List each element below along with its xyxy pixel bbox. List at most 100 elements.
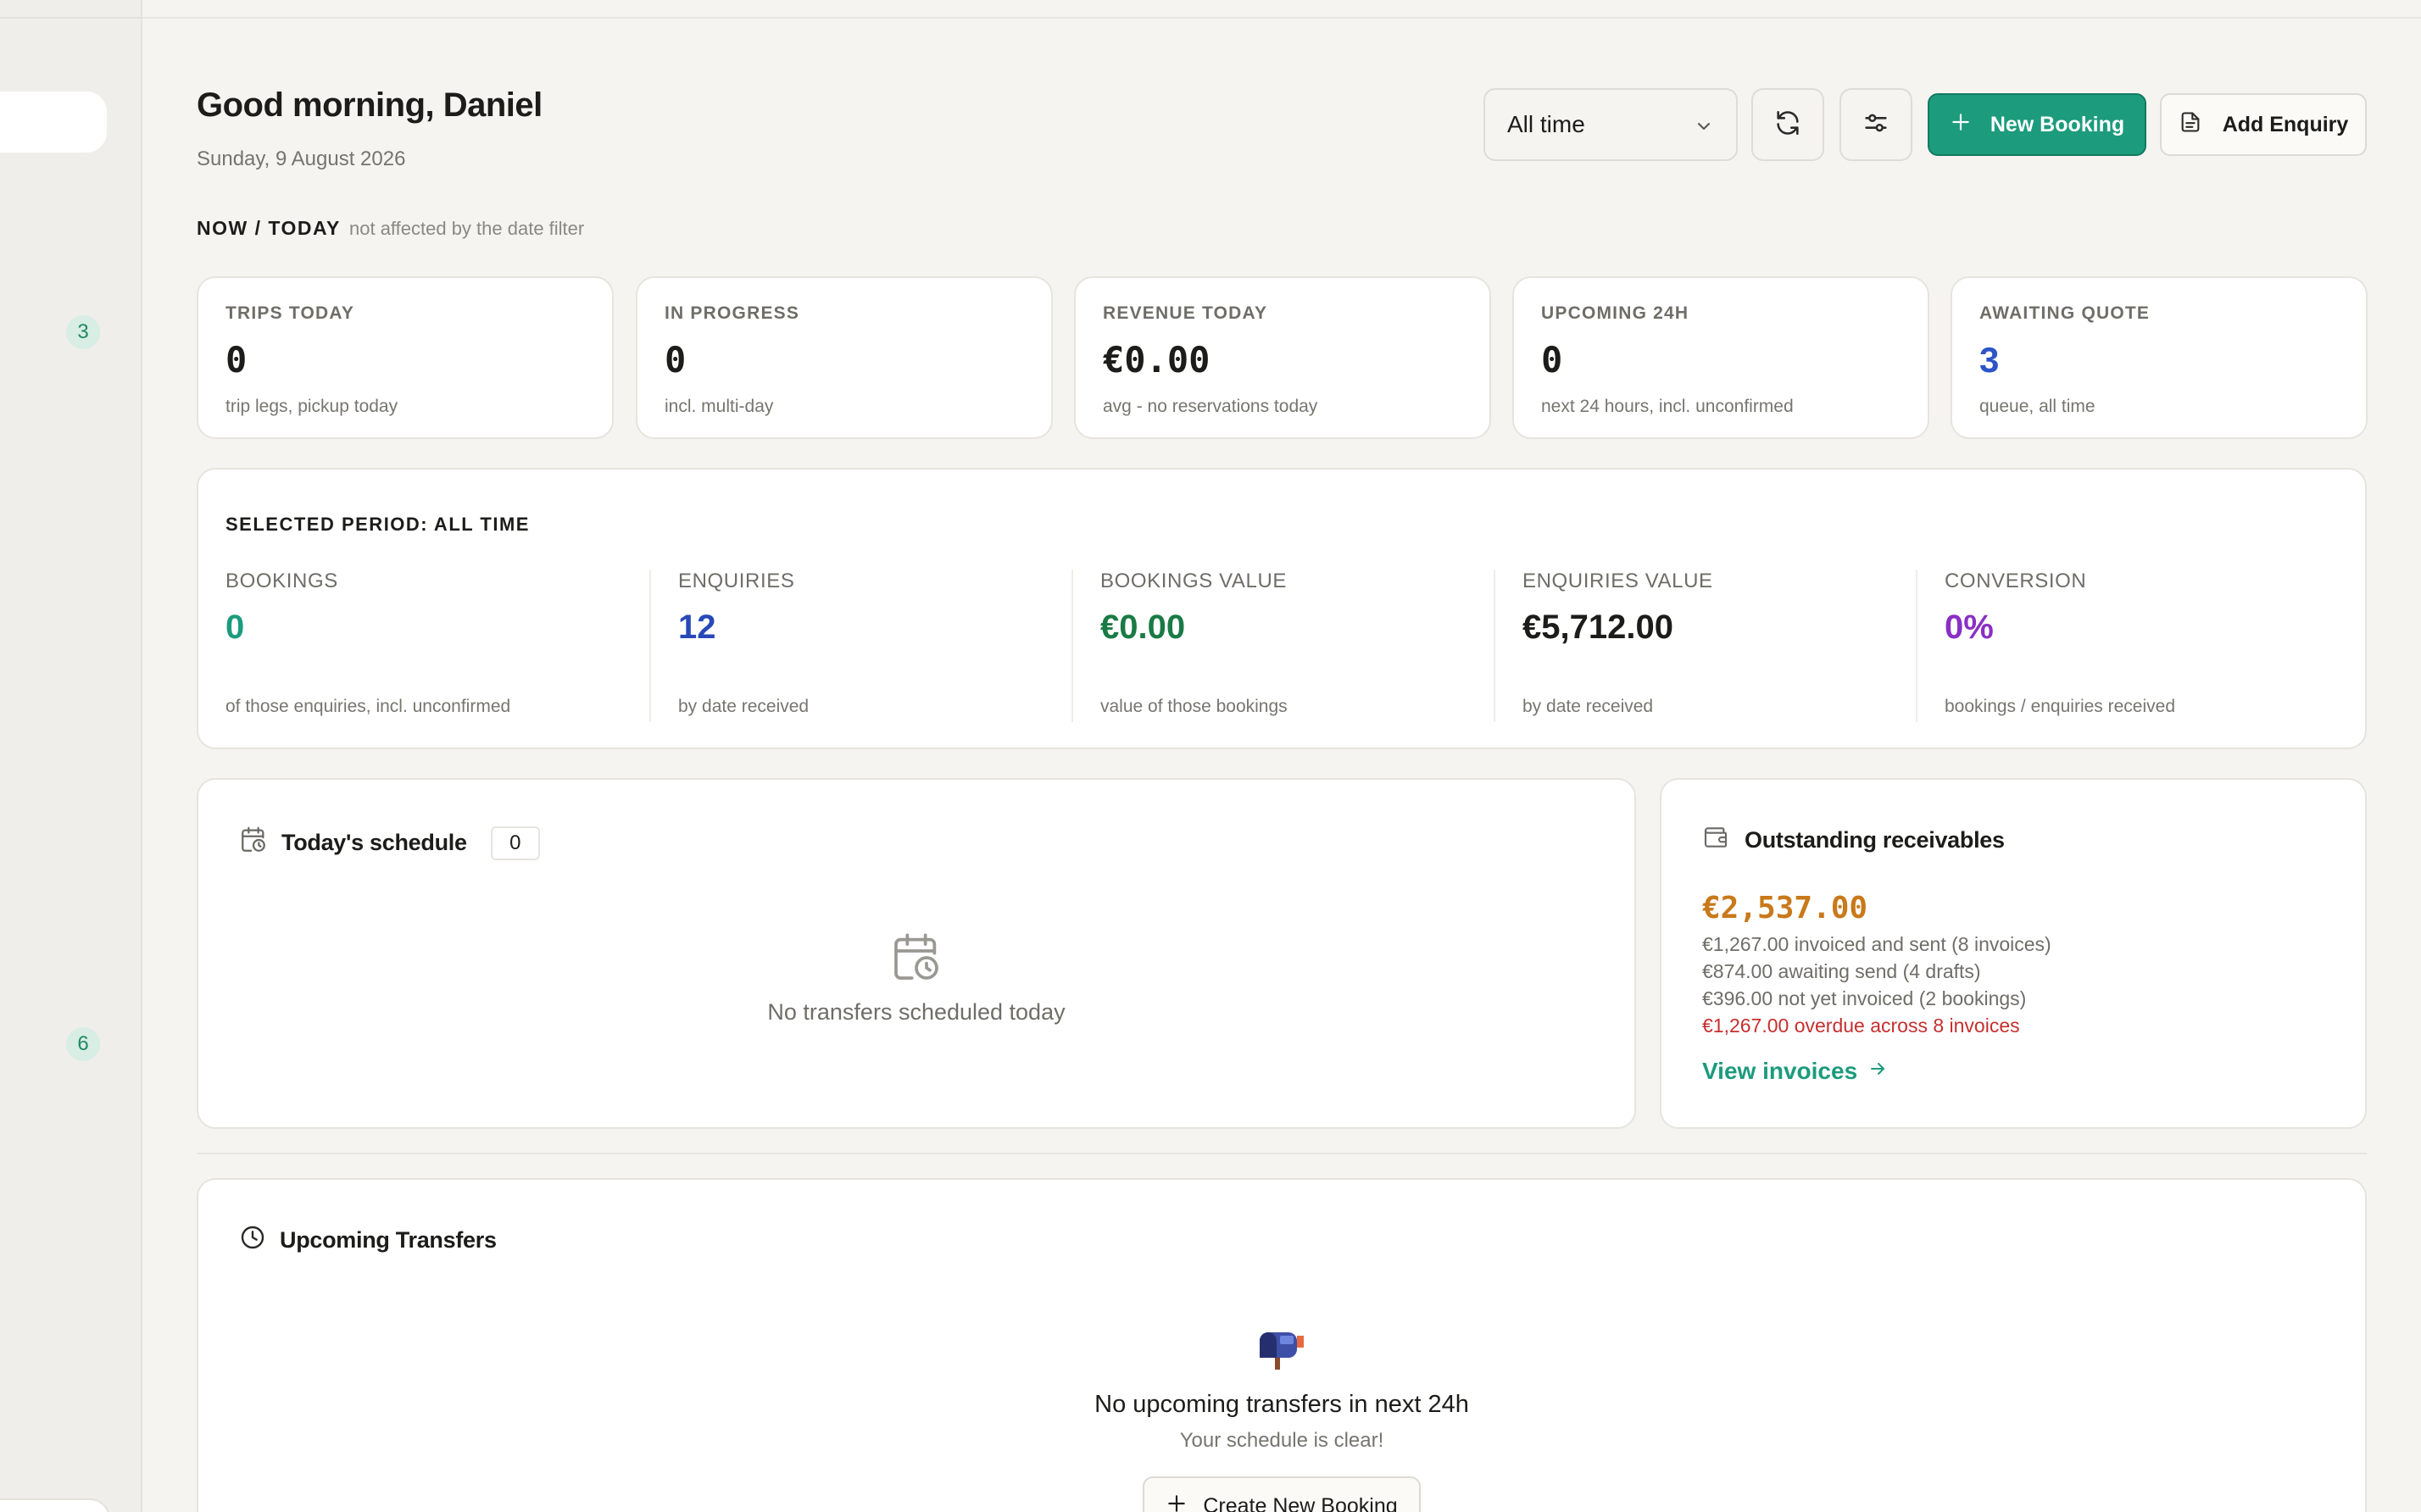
view-invoices-link[interactable]: View invoices [1702,1058,2324,1085]
upcoming-empty-title: No upcoming transfers in next 24h [1094,1391,1469,1418]
new-booking-button[interactable]: New Booking [1928,93,2146,156]
stat-subtext: trip legs, pickup today [225,397,398,416]
sliders-icon [1862,108,1890,142]
current-date: Sunday, 9 August 2026 [197,147,406,170]
view-invoices-label: View invoices [1702,1058,1858,1084]
period-select[interactable]: All time [1483,88,1738,161]
metric-label: CONVERSION [1945,570,2087,592]
stat-label: REVENUE TODAY [1103,303,1268,323]
stat-label: AWAITING QUOTE [1979,303,2151,323]
now-today-heading: NOW / TODAY [197,217,341,239]
metric-enquiries: ENQUIRIES 12 by date received [678,570,809,722]
stat-value: 3 [1979,340,2000,380]
chevron-down-icon [1694,115,1714,142]
metric-label: BOOKINGS VALUE [1100,570,1288,592]
upcoming-empty-subtext: Your schedule is clear! [1179,1429,1384,1452]
filters-button[interactable] [1839,88,1912,161]
metric-subtext: value of those bookings [1100,697,1288,716]
metric-divider [1071,570,1073,722]
sidebar-bottom-card[interactable] [0,1498,110,1512]
stat-label: UPCOMING 24H [1541,303,1689,323]
outstanding-receivables-card: Outstanding receivables €2,537.00 €1,267… [1660,778,2367,1129]
selected-period-card: SELECTED PERIOD: ALL TIME BOOKINGS 0 of … [197,468,2367,749]
metric-value: 0% [1945,609,1994,646]
upcoming-transfers-card: Upcoming Transfers No upcoming transfers… [197,1178,2367,1512]
selected-period-title: SELECTED PERIOD: ALL TIME [225,514,530,535]
stat-value: 0 [1541,339,1563,381]
plus-icon [1950,111,1972,139]
schedule-empty-text: No transfers scheduled today [767,999,1066,1025]
stat-card-upcoming-24h: UPCOMING 24H 0 next 24 hours, incl. unco… [1512,276,1929,439]
schedule-header: Today's schedule 0 [239,825,540,860]
refresh-button[interactable] [1751,88,1824,161]
metric-conversion: CONVERSION 0% bookings / enquiries recei… [1945,570,2175,722]
upcoming-empty-state: No upcoming transfers in next 24h Your s… [198,1326,2365,1453]
stat-label: TRIPS TODAY [225,303,355,323]
document-icon [2179,109,2202,141]
stat-value: 0 [665,339,687,381]
schedule-empty-state: No transfers scheduled today [198,931,1634,1026]
metric-subtext: of those enquiries, incl. unconfirmed [225,697,511,716]
top-divider [142,0,2421,19]
mailbox-icon [198,1326,2365,1376]
metric-bookings-value: BOOKINGS VALUE €0.00 value of those book… [1100,570,1288,722]
refresh-icon [1773,108,1802,142]
section-divider [197,1153,2367,1154]
stat-card-trips-today: TRIPS TODAY 0 trip legs, pickup today [197,276,614,439]
create-new-booking-button[interactable]: Create New Booking [1143,1476,1421,1512]
metric-divider [649,570,651,722]
calendar-clock-icon [198,931,1634,989]
metric-subtext: by date received [678,697,810,716]
clock-icon [239,1224,266,1257]
stat-card-in-progress: IN PROGRESS 0 incl. multi-day [636,276,1053,439]
stat-subtext: next 24 hours, incl. unconfirmed [1541,397,1794,416]
upcoming-header: Upcoming Transfers [239,1224,497,1257]
receivables-line: €1,267.00 invoiced and sent (8 invoices) [1702,933,2051,955]
schedule-count-badge: 0 [490,825,540,860]
receivables-line: €396.00 not yet invoiced (2 bookings) [1702,987,2027,1009]
page-title: Good morning, Daniel [197,86,543,124]
stat-card-awaiting-quote[interactable]: AWAITING QUOTE 3 queue, all time [1951,276,2368,439]
sidebar-top-divider [0,0,142,19]
metric-subtext: bookings / enquiries received [1945,697,2175,716]
calendar-clock-icon [239,825,268,860]
new-booking-label: New Booking [1990,112,2125,136]
metric-label: ENQUIRIES [678,570,795,592]
upcoming-title: Upcoming Transfers [280,1227,497,1253]
plus-icon [1166,1493,1188,1512]
metric-value: €0.00 [1100,609,1186,646]
add-enquiry-label: Add Enquiry [2222,112,2349,136]
metric-label: BOOKINGS [225,570,338,592]
schedule-title: Today's schedule [281,830,467,855]
sidebar-search-field[interactable] [0,92,107,153]
wallet-icon [1702,824,1729,857]
period-select-value: All time [1507,111,1585,137]
metric-label: ENQUIRIES VALUE [1522,570,1713,592]
metric-divider [1494,570,1495,722]
metric-value: 0 [225,609,245,646]
metric-divider [1916,570,1917,722]
receivables-total: €2,537.00 [1702,891,1868,926]
metric-subtext: by date received [1522,697,1654,716]
receivables-title: Outstanding receivables [1745,827,2005,853]
sidebar: 3 6 [0,0,142,1512]
metric-enquiries-value: ENQUIRIES VALUE €5,712.00 by date receiv… [1522,570,1713,722]
receivables-overdue: €1,267.00 overdue across 8 invoices [1702,1014,2020,1037]
receivables-line: €874.00 awaiting send (4 drafts) [1702,960,1981,982]
metric-value: 12 [678,609,716,646]
sidebar-count-badge: 6 [66,1027,100,1061]
sidebar-count-badge: 3 [66,315,100,349]
arrow-right-icon [1867,1058,1888,1085]
stat-value: 0 [225,339,248,381]
receivables-header: Outstanding receivables [1702,824,2324,857]
stat-card-revenue-today: REVENUE TODAY €0.00 avg - no reservation… [1074,276,1491,439]
metric-bookings: BOOKINGS 0 of those enquiries, incl. unc… [225,570,510,722]
create-new-booking-label: Create New Booking [1203,1493,1398,1512]
stat-subtext: avg - no reservations today [1103,397,1318,416]
todays-schedule-card: Today's schedule 0 No transfers schedule… [197,778,1636,1129]
add-enquiry-button[interactable]: Add Enquiry [2160,93,2367,156]
metric-value: €5,712.00 [1522,609,1673,646]
now-today-note: not affected by the date filter [349,218,585,239]
stat-value: €0.00 [1103,339,1210,381]
stat-label: IN PROGRESS [665,303,800,323]
